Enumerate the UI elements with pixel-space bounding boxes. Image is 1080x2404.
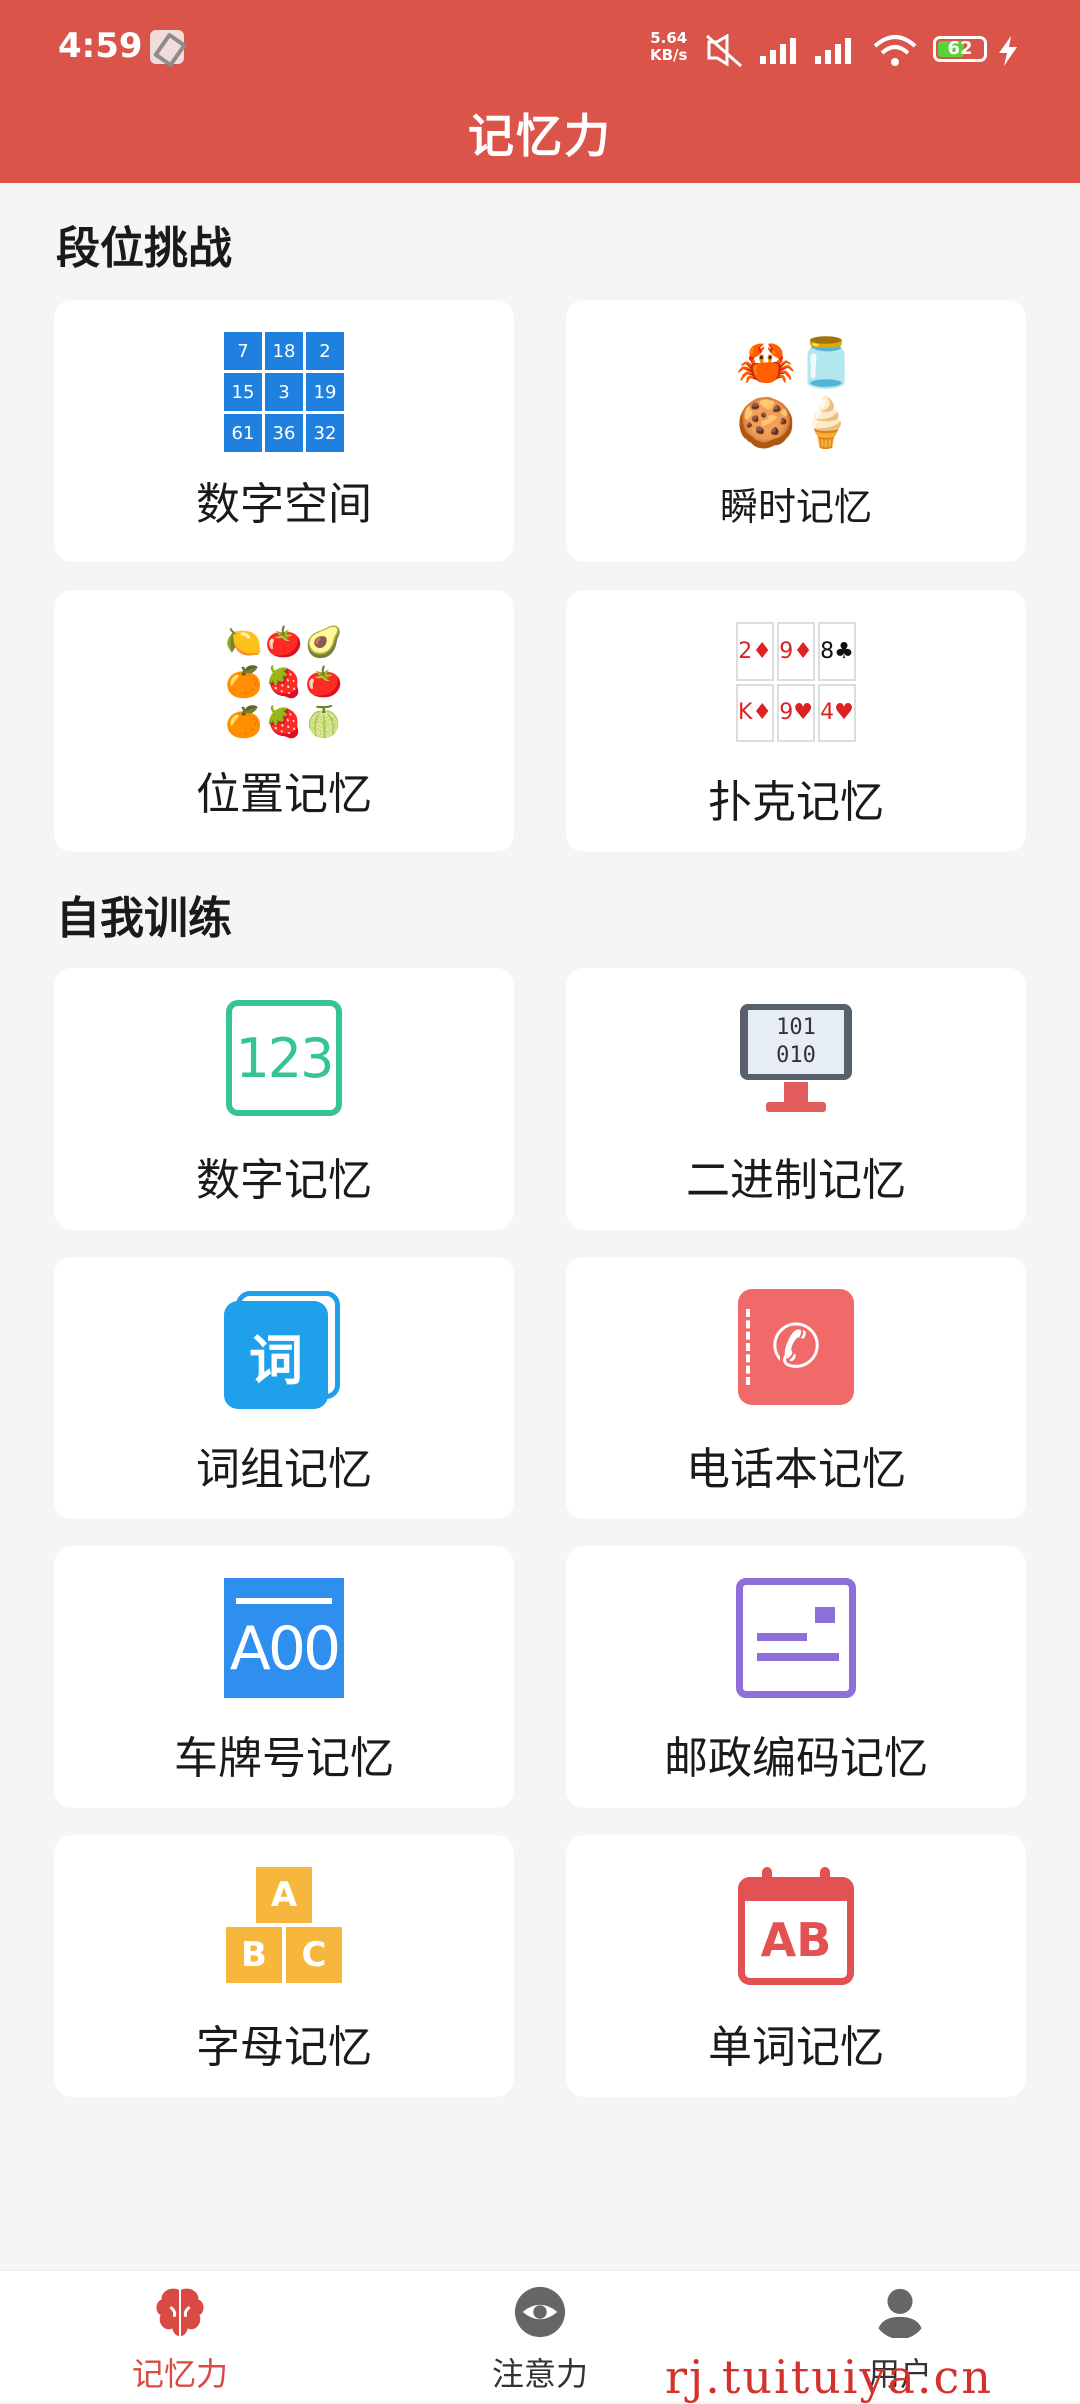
card-label: 扑克记忆 — [708, 777, 884, 828]
food-items-icon: 🦀 🫙 🍪 🍦 — [736, 334, 856, 451]
card-license-plate-memory[interactable]: A00 车牌号记忆 — [54, 1546, 514, 1808]
license-plate-icon: A00 — [224, 1578, 344, 1698]
status-time: 4:59 — [58, 26, 143, 66]
nav-memory[interactable]: 记忆力 — [80, 2285, 280, 2395]
fruit-grid-icon: 🍋 🍅 🥑 🍊 🍓 🍅 🍊 🍓 🍈 — [225, 624, 343, 740]
card-number-space[interactable]: 7 18 2 15 3 19 61 36 32 数字空间 — [54, 300, 514, 562]
calendar-ab-icon: AB — [738, 1867, 854, 1987]
card-instant-memory[interactable]: 🦀 🫙 🍪 🍦 瞬时记忆 — [566, 300, 1026, 562]
wrench-icon — [150, 30, 184, 64]
app-header: 4:59 5.64 KB/s 62 记忆力 — [0, 0, 1080, 183]
phonebook-icon: ✆ — [738, 1289, 854, 1405]
card-binary-memory[interactable]: 101 010 二进制记忆 — [566, 968, 1026, 1230]
page-title: 记忆力 — [468, 109, 612, 163]
nav-attention[interactable]: 注意力 — [440, 2285, 640, 2395]
card-label: 数字空间 — [196, 479, 372, 530]
numbers-123-icon: 123 — [226, 1000, 342, 1116]
card-label: 位置记忆 — [196, 769, 372, 820]
card-word-memory[interactable]: AB 单词记忆 — [566, 1835, 1026, 2097]
section-title-training: 自我训练 — [56, 893, 232, 944]
card-phrase-memory[interactable]: 词 词组记忆 — [54, 1257, 514, 1519]
card-label: 数字记忆 — [196, 1155, 372, 1206]
card-poker-memory[interactable]: 2♦ 9♦ 8♣ K♦ 9♥ 4♥ 扑克记忆 — [566, 590, 1026, 852]
card-postal-code-memory[interactable]: 邮政编码记忆 — [566, 1546, 1026, 1808]
charging-icon — [999, 36, 1017, 66]
card-label: 二进制记忆 — [686, 1155, 906, 1206]
card-label: 字母记忆 — [196, 2022, 372, 2073]
card-label: 车牌号记忆 — [174, 1733, 394, 1784]
section-title-challenge: 段位挑战 — [56, 223, 232, 274]
card-label: 单词记忆 — [708, 2022, 884, 2073]
letter-blocks-icon: A B C — [224, 1867, 344, 1987]
battery-level: 62 — [947, 38, 973, 59]
nav-label: 注意力 — [491, 2355, 588, 2393]
card-position-memory[interactable]: 🍋 🍅 🥑 🍊 🍓 🍅 🍊 🍓 🍈 位置记忆 — [54, 590, 514, 852]
card-label: 词组记忆 — [196, 1444, 372, 1495]
card-label: 电话本记忆 — [686, 1444, 906, 1495]
card-phonebook-memory[interactable]: ✆ 电话本记忆 — [566, 1257, 1026, 1519]
phrase-book-icon: 词 — [224, 1289, 344, 1409]
card-label: 瞬时记忆 — [719, 485, 872, 529]
number-grid-icon: 7 18 2 15 3 19 61 36 32 — [224, 332, 344, 452]
network-speed-unit: KB/s — [650, 46, 688, 64]
brain-icon — [156, 2288, 204, 2337]
card-letter-memory[interactable]: A B C 字母记忆 — [54, 1835, 514, 2097]
watermark: rj.tuituiya.cn — [665, 2350, 993, 2404]
nav-label: 记忆力 — [131, 2355, 228, 2393]
signal-icon-1 — [760, 38, 802, 64]
card-label: 邮政编码记忆 — [664, 1733, 928, 1784]
playing-cards-icon: 2♦ 9♦ 8♣ K♦ 9♥ 4♥ — [736, 622, 856, 742]
postal-envelope-icon — [736, 1578, 856, 1698]
wifi-icon — [873, 35, 917, 66]
status-icons: 62 — [705, 30, 1025, 70]
network-speed-value: 5.64 — [650, 29, 688, 47]
mute-icon — [706, 34, 742, 68]
eye-icon — [514, 2286, 566, 2338]
battery-icon: 62 — [933, 36, 987, 62]
signal-icon-2 — [815, 38, 857, 64]
user-icon — [876, 2288, 924, 2339]
card-number-memory[interactable]: 123 数字记忆 — [54, 968, 514, 1230]
network-speed: 5.64 KB/s — [650, 30, 687, 64]
binary-monitor-icon: 101 010 — [736, 1000, 856, 1120]
